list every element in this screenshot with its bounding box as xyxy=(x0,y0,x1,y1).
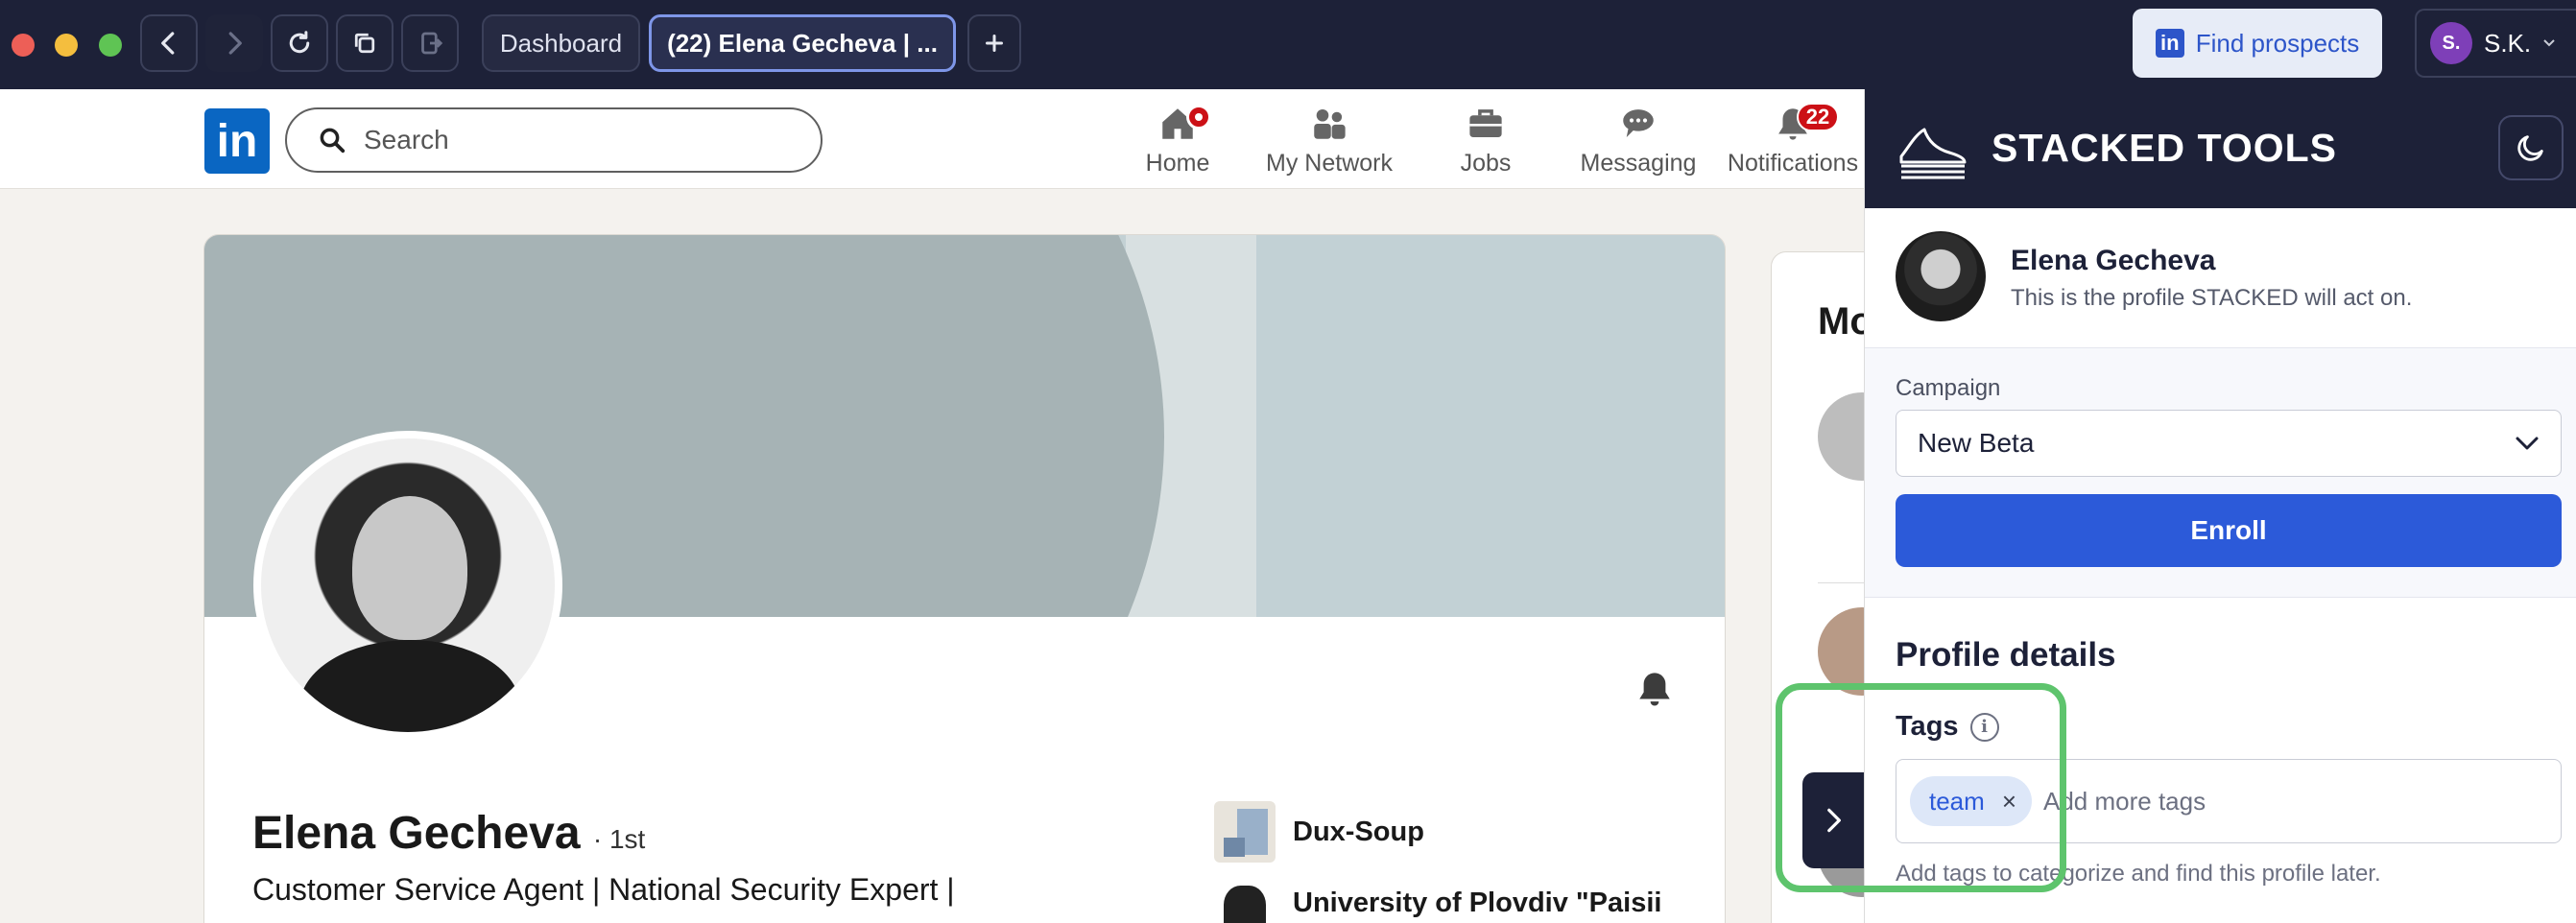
stacked-title: STACKED TOOLS xyxy=(1992,126,2337,170)
education-item[interactable]: University of Plovdiv "Paisii xyxy=(1214,872,1661,923)
chevron-down-icon xyxy=(2543,39,2555,47)
follow-bell-icon[interactable] xyxy=(1634,667,1675,711)
experience-item[interactable]: Dux-Soup xyxy=(1214,801,1424,863)
profile-name: Elena Gecheva · 1st xyxy=(252,807,645,860)
stacked-profile-summary: Elena Gecheva This is the profile STACKE… xyxy=(1865,208,2576,348)
nav-jobs[interactable]: Jobs xyxy=(1449,99,1522,185)
chevron-right-icon xyxy=(1827,808,1841,833)
company-name: Dux-Soup xyxy=(1293,816,1424,847)
share-icon xyxy=(421,32,443,55)
briefcase-icon xyxy=(1469,109,1502,137)
nav-home[interactable]: Home xyxy=(1138,99,1217,185)
network-icon xyxy=(1314,108,1346,139)
campaign-label: Campaign xyxy=(1896,375,2001,401)
stacked-tools-panel: STACKED TOOLS Elena Gecheva This is the … xyxy=(1864,89,2576,923)
nav-notifications[interactable]: Notifications 22 xyxy=(1722,99,1864,185)
stacked-profile-name: Elena Gecheva xyxy=(2011,245,2216,276)
messaging-icon xyxy=(1623,109,1654,137)
tab-profile[interactable]: (22) Elena Gecheva | ... xyxy=(649,14,956,72)
nav-my-network[interactable]: My Network xyxy=(1257,99,1401,185)
tag-chip-label: team xyxy=(1929,786,1985,816)
moon-icon xyxy=(2517,135,2543,161)
copy-icon xyxy=(354,33,375,54)
reload-icon xyxy=(289,31,310,54)
new-tab-button[interactable] xyxy=(967,14,1021,72)
nav-jobs-label: Jobs xyxy=(1460,150,1512,177)
campaign-section: Campaign New Beta Enroll xyxy=(1865,348,2576,598)
tag-chip: team × xyxy=(1910,776,2032,826)
enroll-button[interactable]: Enroll xyxy=(1896,494,2562,567)
close-window-button[interactable] xyxy=(12,34,35,57)
notification-count-badge: 22 xyxy=(1797,103,1839,131)
profile-photo[interactable] xyxy=(253,431,562,740)
tab-dashboard[interactable]: Dashboard xyxy=(482,14,640,72)
user-name: S.K. xyxy=(2484,28,2532,58)
nav-messaging-label: Messaging xyxy=(1580,150,1697,177)
forward-button[interactable] xyxy=(205,14,263,72)
profile-name-text: Elena Gecheva xyxy=(252,808,581,859)
user-menu-button[interactable]: S. S.K. xyxy=(2415,9,2576,78)
theme-toggle-button[interactable] xyxy=(2498,115,2564,180)
tags-input-box[interactable]: team × xyxy=(1896,759,2562,843)
avatar: S. xyxy=(2430,22,2472,64)
linkedin-logo[interactable]: in xyxy=(204,108,270,174)
info-icon[interactable]: i xyxy=(1969,712,1999,742)
search-icon xyxy=(320,128,346,154)
chevron-left-icon xyxy=(161,32,175,55)
tags-label-text: Tags xyxy=(1896,711,1959,742)
search-bar[interactable] xyxy=(285,107,823,173)
tags-label: Tags i xyxy=(1896,711,1999,743)
campaign-selected-value: New Beta xyxy=(1918,428,2035,458)
find-prospects-button[interactable]: in Find prospects xyxy=(2133,9,2382,78)
stacked-logo-icon xyxy=(1899,128,1967,179)
nav-my-network-label: My Network xyxy=(1266,150,1393,177)
connection-degree: · 1st xyxy=(592,824,646,854)
minimize-window-button[interactable] xyxy=(55,34,78,57)
share-button[interactable] xyxy=(401,14,459,72)
profile-headline: Customer Service Agent | National Securi… xyxy=(252,872,955,907)
avatar xyxy=(1896,231,1986,321)
nav-notifications-label: Notifications xyxy=(1727,150,1859,177)
stacked-header: STACKED TOOLS xyxy=(1865,89,2576,208)
remove-tag-icon[interactable]: × xyxy=(2002,787,2016,816)
university-logo xyxy=(1214,872,1276,923)
profile-details-heading: Profile details xyxy=(1896,636,2116,674)
notification-dot xyxy=(1186,105,1211,130)
chevron-down-icon xyxy=(2516,437,2539,450)
collapse-panel-button[interactable] xyxy=(1802,772,1864,868)
maximize-window-button[interactable] xyxy=(99,34,122,57)
profile-card: Elena Gecheva · 1st Customer Service Age… xyxy=(203,234,1726,923)
campaign-select[interactable]: New Beta xyxy=(1896,410,2562,477)
company-logo xyxy=(1214,801,1276,863)
linkedin-icon: in xyxy=(2155,29,2184,58)
plus-icon xyxy=(986,35,1003,52)
search-input[interactable] xyxy=(364,125,767,155)
tags-hint: Add tags to categorize and find this pro… xyxy=(1896,861,2381,887)
duplicate-tab-button[interactable] xyxy=(336,14,394,72)
nav-home-label: Home xyxy=(1145,150,1210,177)
university-name: University of Plovdiv "Paisii xyxy=(1293,887,1662,918)
back-button[interactable] xyxy=(140,14,198,72)
find-prospects-label: Find prospects xyxy=(2195,28,2360,58)
reload-button[interactable] xyxy=(271,14,328,72)
browser-toolbar: Dashboard (22) Elena Gecheva | ... in Fi… xyxy=(0,0,2576,89)
stacked-profile-subtitle: This is the profile STACKED will act on. xyxy=(2011,285,2413,311)
add-tag-input[interactable] xyxy=(2043,786,2446,816)
chevron-right-icon xyxy=(228,32,242,55)
nav-messaging[interactable]: Messaging xyxy=(1574,99,1703,185)
